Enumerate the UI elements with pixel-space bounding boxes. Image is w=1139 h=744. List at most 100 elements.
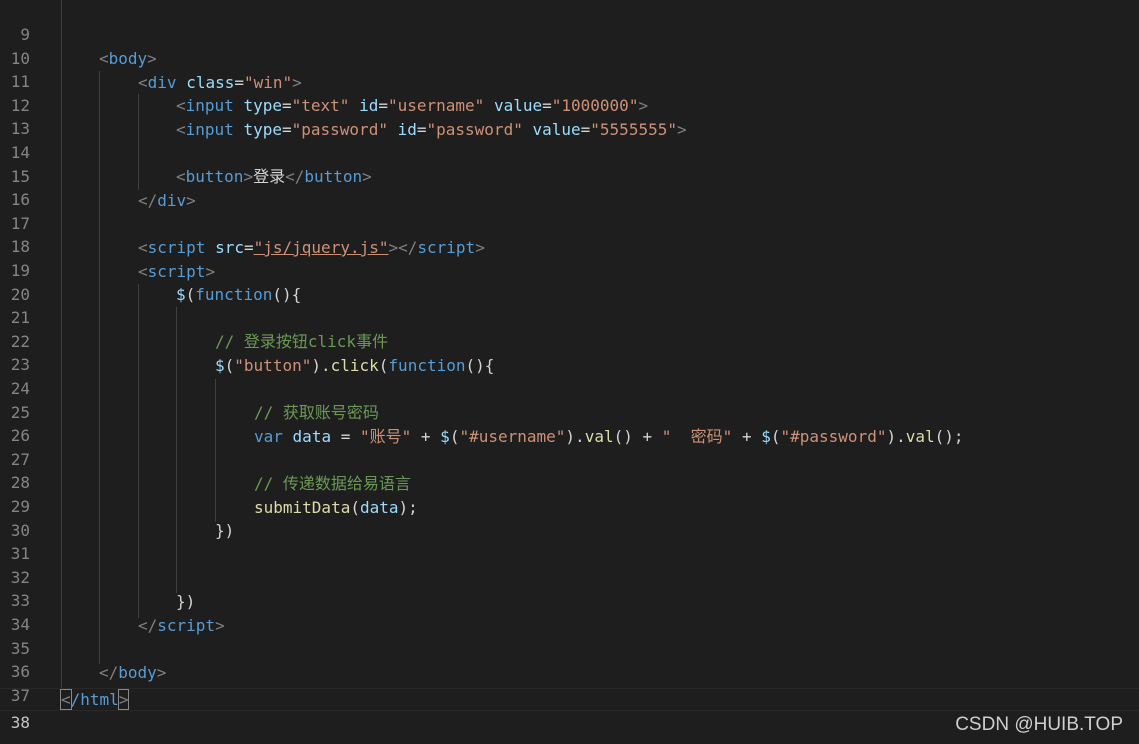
watermark: CSDN @HUIB.TOP: [955, 714, 1123, 735]
token: "#username": [459, 426, 566, 446]
token: script: [147, 261, 206, 281]
code-line[interactable]: 31 }): [0, 519, 1139, 563]
token: }): [176, 592, 196, 611]
code-line[interactable]: 12 <div class="win">: [0, 71, 1139, 115]
token: button: [304, 167, 363, 187]
code-line[interactable]: 9: [0, 0, 1139, 44]
token: ).: [886, 426, 906, 446]
token: }): [215, 521, 235, 541]
token: function: [388, 356, 466, 375]
token: +: [411, 426, 441, 446]
comment: // 获取账号密码: [254, 403, 379, 423]
token: >: [475, 238, 485, 257]
token: >: [362, 167, 372, 187]
token: $: [761, 426, 771, 446]
code-line[interactable]: 21 $(function(){: [0, 283, 1139, 327]
token: =: [416, 120, 427, 139]
token: type: [243, 96, 282, 116]
code-text: }): [215, 519, 234, 542]
code-line[interactable]: 36: [0, 637, 1139, 681]
token: val: [905, 426, 935, 446]
code-line[interactable]: 23 // 登录按钮click事件: [0, 330, 1139, 374]
code-editor[interactable]: 9 10 11 <body> 12 <div class="win"> 13 <…: [0, 0, 1139, 744]
code-line[interactable]: 24 $("button").click(function(){: [0, 354, 1139, 398]
token: "1000000": [551, 96, 639, 116]
token: ).: [311, 356, 331, 375]
code-line[interactable]: 34 }): [0, 590, 1139, 634]
token: "#password": [780, 426, 887, 446]
token: =: [234, 72, 244, 92]
token: </: [99, 662, 119, 682]
token: +: [732, 426, 762, 446]
token: type: [243, 120, 282, 139]
token: >: [205, 261, 216, 281]
code-line[interactable]: 32: [0, 543, 1139, 587]
token: </: [138, 190, 158, 210]
code-text: submitData(data);: [254, 496, 418, 519]
code-text: // 登录按钮click事件: [215, 330, 388, 353]
token: >: [676, 120, 687, 139]
token: $: [215, 356, 225, 375]
token: =: [243, 238, 254, 257]
code-line-active[interactable]: 38 </html>: [0, 688, 1139, 732]
code-text: <input type="password" id="password" val…: [176, 118, 687, 141]
code-line[interactable]: 33: [0, 566, 1139, 610]
code-line[interactable]: 20 <script>: [0, 260, 1139, 304]
code-text: </html>: [60, 688, 130, 711]
code-line[interactable]: 17 </div>: [0, 189, 1139, 233]
code-text: </body>: [99, 661, 166, 684]
code-line[interactable]: 26 // 获取账号密码: [0, 401, 1139, 445]
token: input: [185, 120, 234, 139]
token: body: [108, 49, 148, 69]
token: >: [156, 662, 167, 682]
token: $: [440, 426, 450, 446]
code-text: }): [176, 590, 195, 613]
token: "win": [244, 72, 293, 92]
text-cursor: [128, 691, 130, 710]
code-line[interactable]: 13 <input type="text" id="username" valu…: [0, 94, 1139, 138]
code-line[interactable]: 16 <button>登录</button>: [0, 165, 1139, 209]
token: <: [138, 72, 148, 92]
script-src-link[interactable]: "js/jquery.js": [254, 238, 389, 257]
token: value: [493, 96, 543, 116]
code-line[interactable]: 37 </body>: [0, 661, 1139, 705]
code-line[interactable]: 25: [0, 378, 1139, 422]
code-line[interactable]: 19 <script src="js/jquery.js"></script>: [0, 236, 1139, 280]
token: (){: [272, 285, 302, 305]
token: " 密码": [661, 426, 733, 446]
token: >: [147, 49, 157, 69]
token: "button": [234, 356, 312, 375]
comment: // 传递数据给易语言: [254, 474, 411, 493]
code-line[interactable]: 18: [0, 212, 1139, 256]
code-line[interactable]: 30 submitData(data);: [0, 496, 1139, 540]
token: =: [281, 120, 292, 139]
token: <: [99, 49, 109, 69]
token: ></: [388, 238, 418, 257]
code-text: <body>: [99, 47, 157, 70]
code-text: <input type="text" id="username" value="…: [176, 94, 648, 117]
token: (: [350, 497, 360, 517]
code-line[interactable]: 15: [0, 142, 1139, 186]
token: function: [195, 285, 273, 305]
token: "text": [291, 96, 350, 116]
code-line[interactable]: 22: [0, 307, 1139, 351]
code-line[interactable]: 10: [0, 24, 1139, 68]
code-text: var data = "账号" + $("#username").val() +…: [254, 425, 964, 448]
token: <: [176, 120, 186, 139]
token: src: [215, 238, 244, 257]
code-line[interactable]: 35 </script>: [0, 614, 1139, 658]
token: div: [147, 72, 177, 92]
token: class: [186, 72, 235, 92]
token: =: [542, 96, 552, 116]
token: button: [185, 167, 244, 187]
code-line[interactable]: 28: [0, 448, 1139, 492]
code-line[interactable]: 29 // 传递数据给易语言: [0, 472, 1139, 516]
code-line[interactable]: 14 <input type="password" id="password" …: [0, 118, 1139, 162]
code-line[interactable]: 11 <body>: [0, 47, 1139, 91]
token: ).: [565, 426, 585, 446]
code-line[interactable]: 27 var data = "账号" + $("#username").val(…: [0, 425, 1139, 469]
